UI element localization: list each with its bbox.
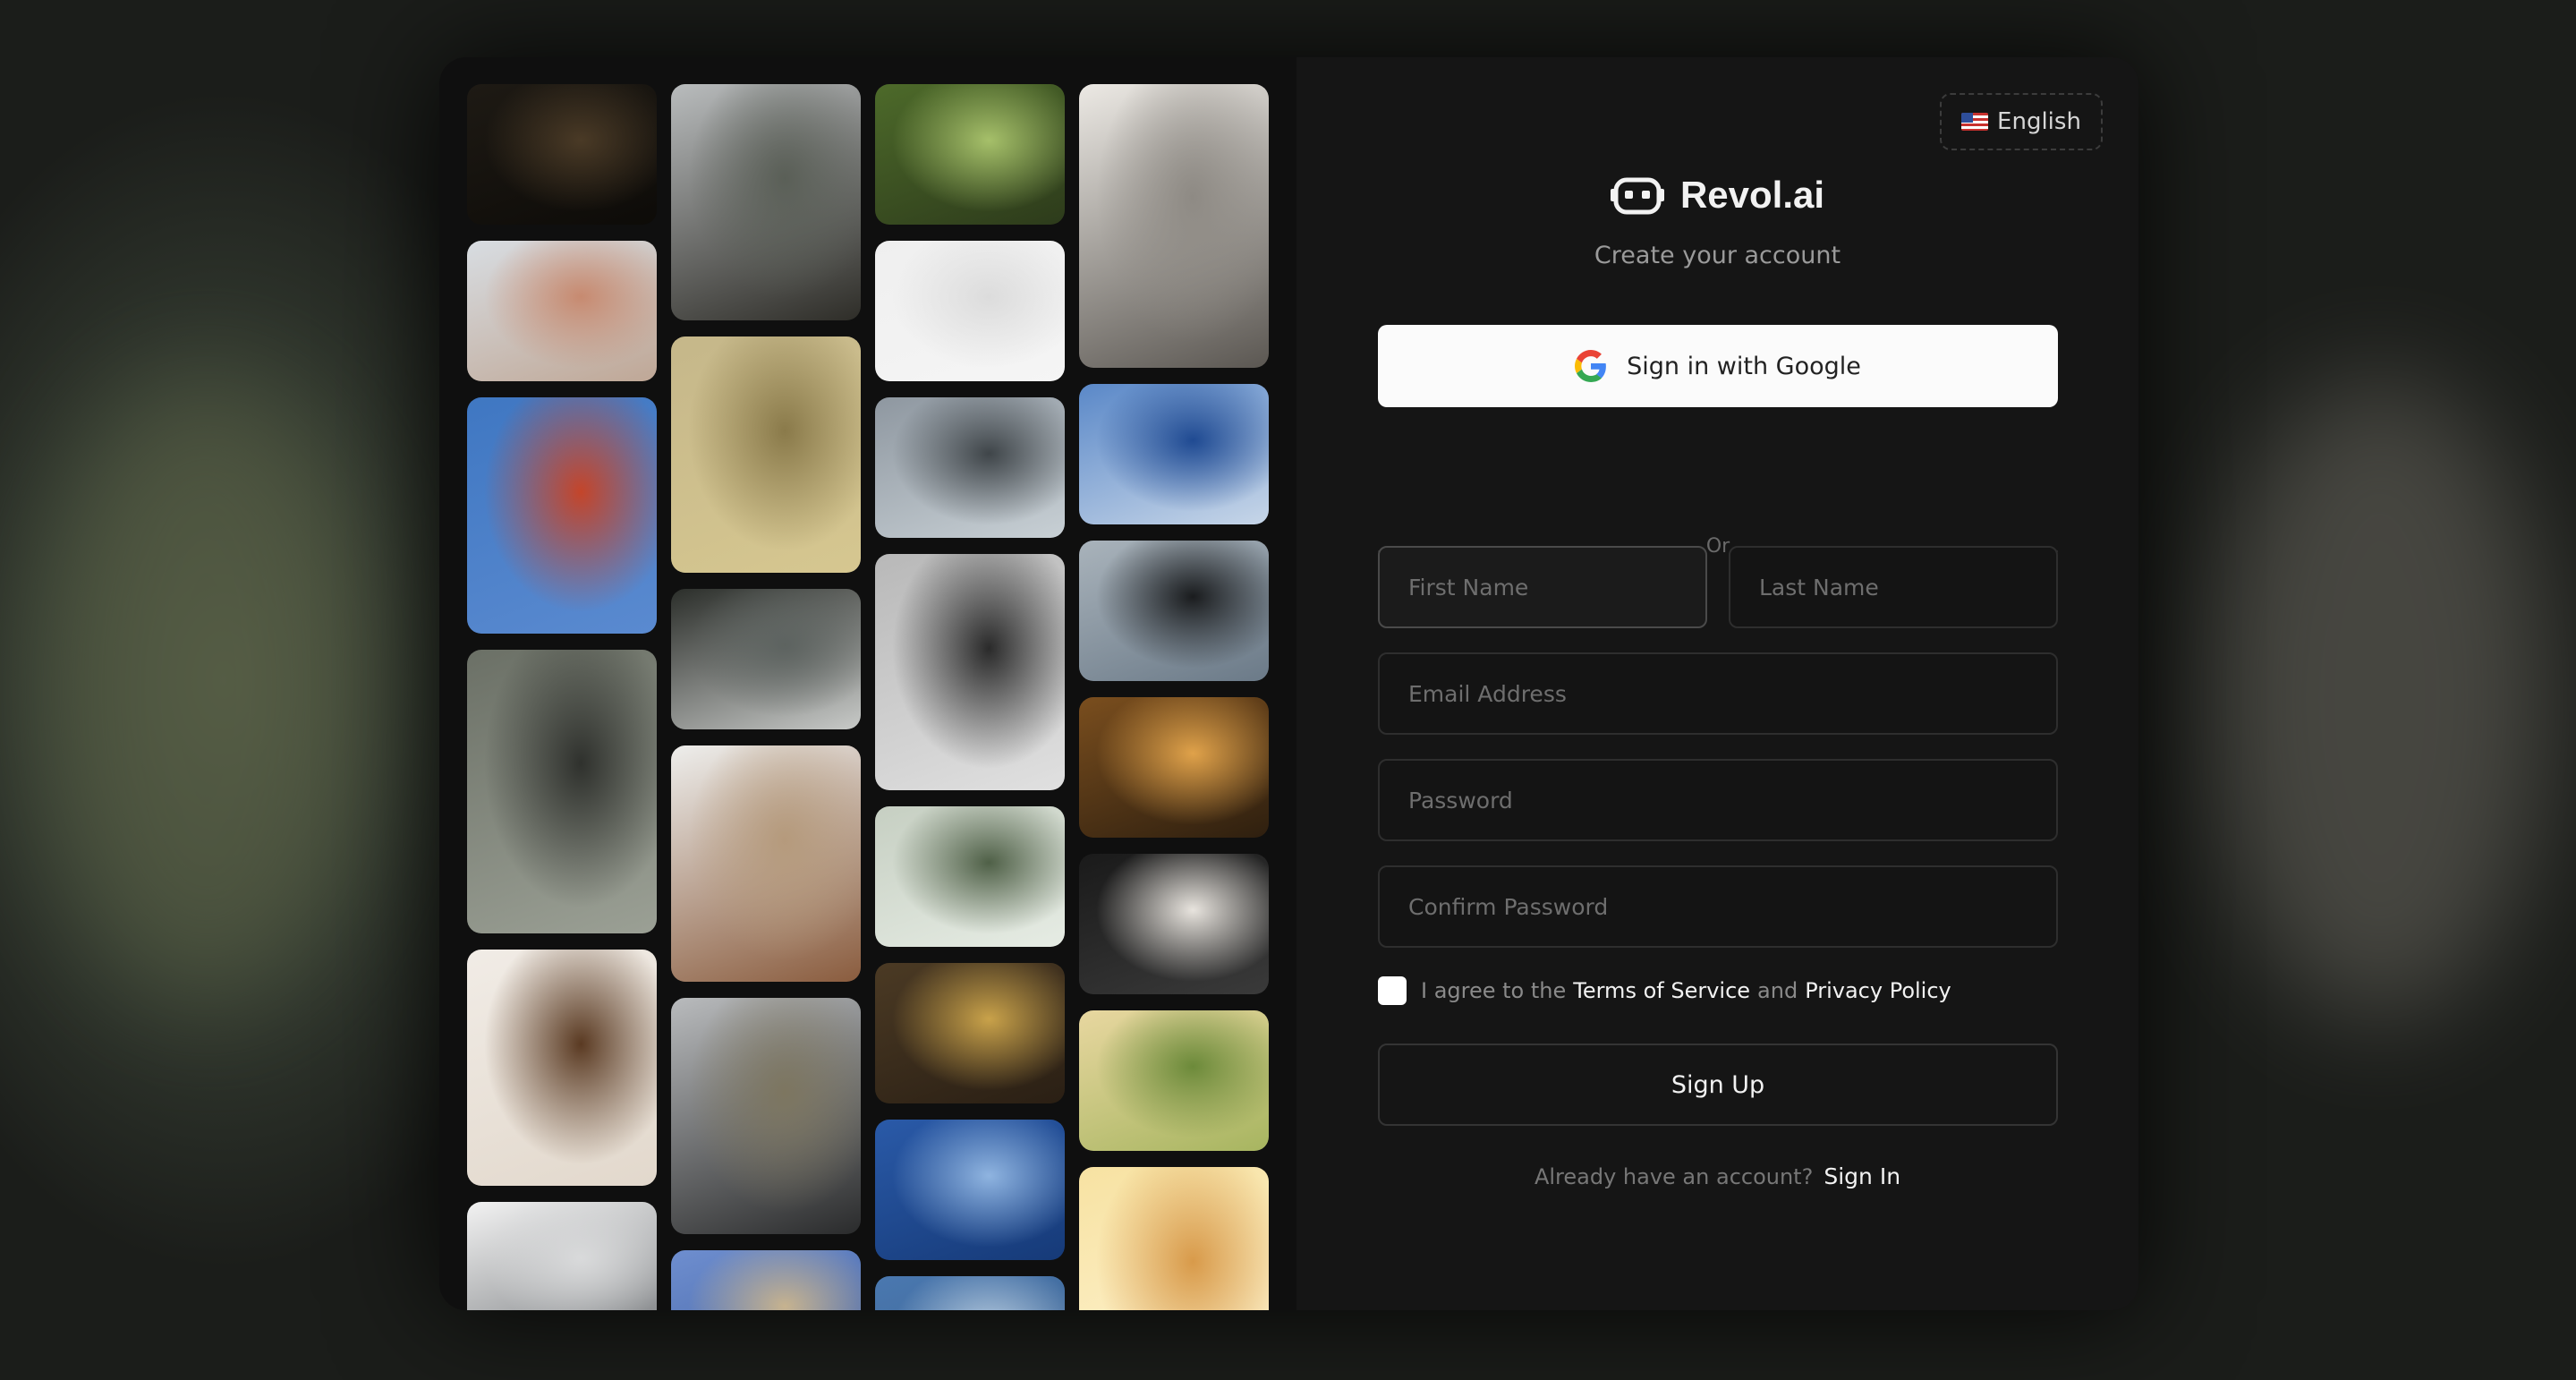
- gallery-photo: [467, 84, 657, 225]
- background-blur-right: [2210, 376, 2550, 1020]
- sign-up-button[interactable]: Sign Up: [1378, 1044, 2058, 1126]
- gallery-photo: [671, 84, 861, 320]
- gallery-photo: [1079, 384, 1269, 524]
- signin-prompt: Already have an account? Sign In: [1297, 1163, 2138, 1189]
- gallery-photo: [1079, 541, 1269, 681]
- google-icon: [1575, 350, 1606, 382]
- gallery-photo: [671, 745, 861, 982]
- gallery-photo: [875, 397, 1065, 538]
- privacy-policy-link[interactable]: Privacy Policy: [1805, 978, 1951, 1003]
- gallery-photo: [875, 806, 1065, 947]
- gallery-photo: [875, 1276, 1065, 1310]
- brand-header: Revol.ai: [1297, 174, 2138, 217]
- language-label: English: [1997, 108, 2081, 135]
- gallery-photo: [1079, 1010, 1269, 1151]
- gallery-photo: [875, 963, 1065, 1103]
- robot-logo-icon: [1610, 177, 1664, 215]
- signup-panel: English Revol.ai Create your account Sig…: [1297, 57, 2138, 1310]
- password-input[interactable]: [1378, 759, 2058, 841]
- background-blur-left: [36, 376, 376, 1002]
- gallery-photo: [875, 84, 1065, 225]
- gallery-photo: [875, 554, 1065, 790]
- terms-of-service-link[interactable]: Terms of Service: [1573, 978, 1750, 1003]
- terms-agreement: I agree to the Terms of Service and Priv…: [1421, 976, 1951, 1005]
- first-name-input[interactable]: [1378, 546, 1707, 628]
- signup-card: English Revol.ai Create your account Sig…: [439, 57, 2138, 1310]
- google-signin-label: Sign in with Google: [1627, 352, 1861, 380]
- email-input[interactable]: [1378, 652, 2058, 735]
- confirm-password-input[interactable]: [1378, 865, 2058, 948]
- google-signin-button[interactable]: Sign in with Google: [1378, 325, 2058, 407]
- gallery-photo: [875, 1120, 1065, 1260]
- gallery-photo: [671, 336, 861, 573]
- us-flag-icon: [1961, 113, 1989, 131]
- gallery-photo: [875, 241, 1065, 381]
- gallery-photo: [467, 1202, 657, 1310]
- last-name-input[interactable]: [1729, 546, 2058, 628]
- gallery-photo: [671, 1250, 861, 1310]
- photo-gallery: [439, 57, 1297, 1310]
- gallery-photo: [671, 998, 861, 1234]
- page-subtitle: Create your account: [1594, 242, 1841, 269]
- gallery-photo: [467, 650, 657, 933]
- terms-checkbox[interactable]: [1378, 976, 1407, 1005]
- gallery-photo: [467, 397, 657, 634]
- gallery-photo: [467, 950, 657, 1186]
- gallery-photo: [671, 589, 861, 729]
- agreement-prefix: I agree to the: [1421, 978, 1567, 1003]
- gallery-photo: [467, 241, 657, 381]
- language-selector[interactable]: English: [1940, 93, 2103, 150]
- sign-in-link[interactable]: Sign In: [1824, 1163, 1900, 1189]
- brand-name: Revol.ai: [1679, 174, 1825, 216]
- gallery-photo: [1079, 854, 1269, 994]
- signin-prompt-text: Already have an account?: [1534, 1164, 1814, 1189]
- gallery-photo: [1079, 1167, 1269, 1310]
- agreement-and: and: [1757, 978, 1798, 1003]
- gallery-photo: [1079, 84, 1269, 368]
- gallery-photo: [1079, 697, 1269, 838]
